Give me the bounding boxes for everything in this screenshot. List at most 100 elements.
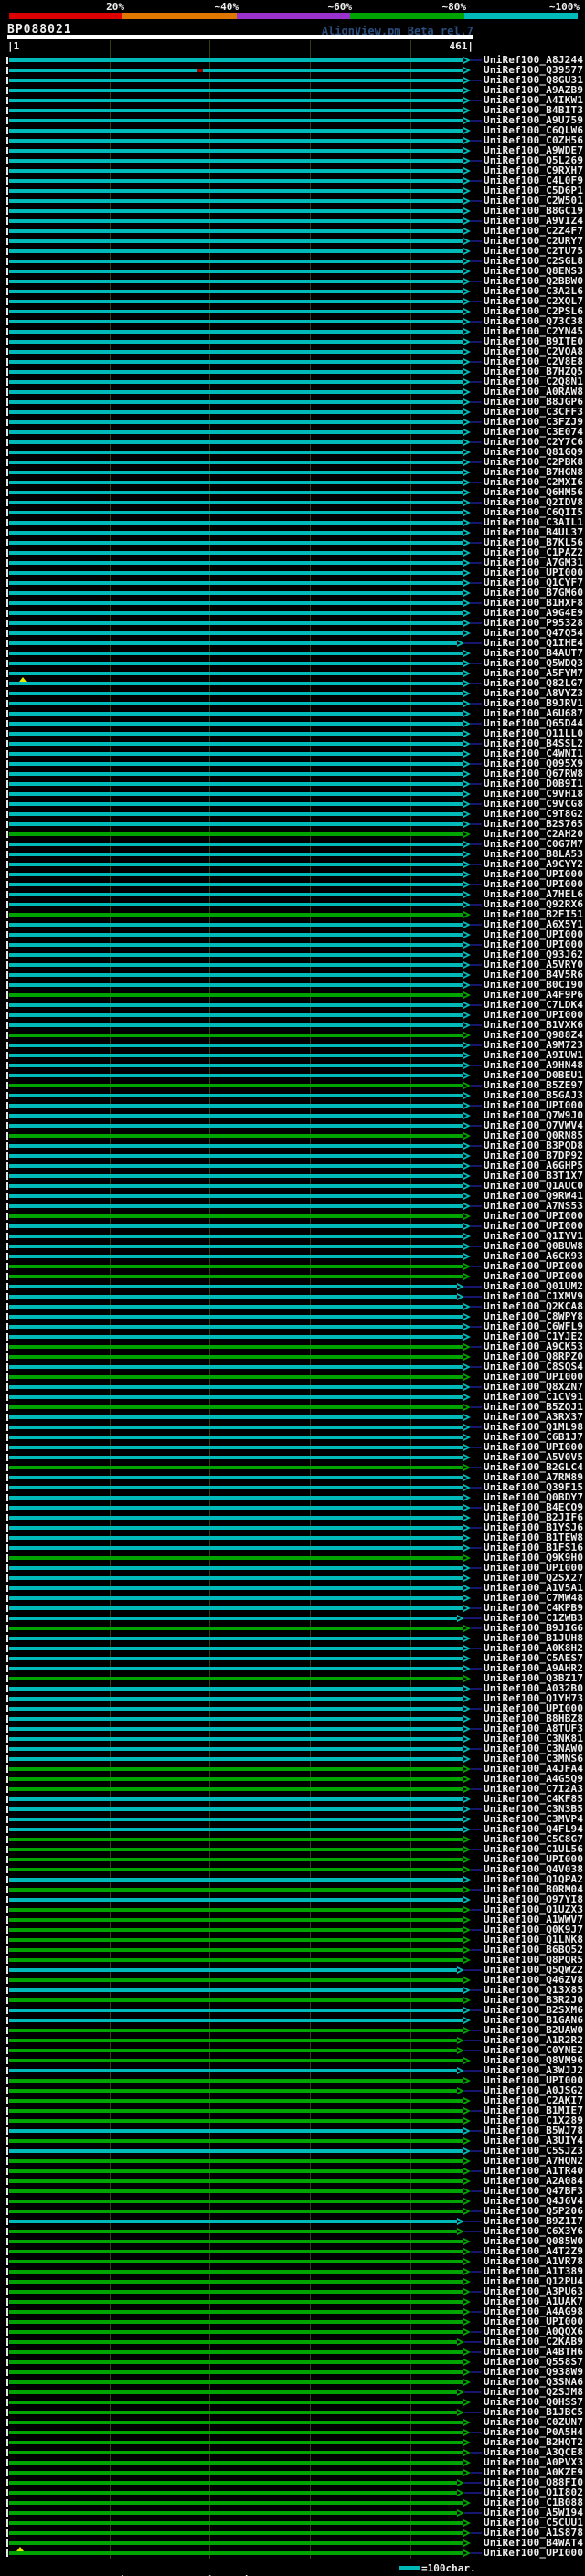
hit-bar[interactable]: [9, 1878, 463, 1882]
hit-bar[interactable]: [9, 1426, 463, 1429]
hit-bar[interactable]: [9, 672, 463, 675]
hit-bar[interactable]: [9, 2320, 463, 2324]
hit-bar[interactable]: [9, 2531, 463, 2535]
hit-bar[interactable]: [9, 1295, 457, 1299]
hit-bar[interactable]: [9, 2350, 463, 2354]
hit-bar[interactable]: [9, 2159, 463, 2163]
hit-bar[interactable]: [9, 2330, 463, 2334]
hit-bar[interactable]: [9, 219, 463, 223]
hit-bar[interactable]: [9, 2220, 457, 2223]
hit-bar[interactable]: [9, 2079, 463, 2083]
hit-bar[interactable]: [9, 2461, 463, 2465]
hit-bar[interactable]: [9, 1757, 463, 1761]
hit-bar[interactable]: [9, 400, 463, 404]
hit-bar[interactable]: [9, 511, 463, 514]
hit-bar[interactable]: [9, 1094, 463, 1097]
hit-bar[interactable]: [9, 2491, 457, 2495]
hit-bar[interactable]: [9, 1637, 463, 1640]
hit-bar[interactable]: [9, 260, 463, 263]
hit-bar[interactable]: [9, 79, 463, 82]
hit-bar[interactable]: [9, 2551, 463, 2555]
hit-bar[interactable]: [9, 1717, 463, 1721]
hit-bar[interactable]: [9, 1084, 463, 1087]
hit-bar[interactable]: [9, 1506, 463, 1510]
hit-bar[interactable]: [9, 531, 463, 535]
hit-bar[interactable]: [9, 1325, 463, 1329]
hit-bar[interactable]: [9, 1606, 463, 1610]
hit-bar[interactable]: [9, 913, 463, 917]
hit-bar[interactable]: [9, 1978, 463, 1982]
hit-bar[interactable]: [9, 2049, 457, 2052]
hit-bar[interactable]: [9, 893, 463, 896]
hit-bar[interactable]: [9, 802, 463, 806]
hit-bar[interactable]: [9, 1345, 463, 1349]
hit-bar[interactable]: [9, 1054, 463, 1057]
hit-bar[interactable]: [9, 330, 463, 334]
hit-bar[interactable]: [9, 762, 463, 766]
hit-bar[interactable]: [9, 179, 463, 183]
hit-bar[interactable]: [9, 270, 463, 273]
hit-bar[interactable]: [9, 2481, 457, 2485]
hit-label[interactable]: UniRef100_UPI000..: [484, 2548, 585, 2558]
hit-bar[interactable]: [9, 2179, 463, 2183]
hit-bar[interactable]: [9, 631, 463, 635]
hit-bar[interactable]: [9, 943, 463, 947]
hit-bar[interactable]: [9, 1496, 463, 1500]
hit-bar[interactable]: [9, 89, 463, 92]
hit-bar[interactable]: [9, 2210, 463, 2213]
hit-bar[interactable]: [9, 641, 457, 645]
hit-bar[interactable]: [9, 2511, 457, 2515]
hit-bar[interactable]: [9, 1255, 463, 1258]
hit-bar[interactable]: [9, 2370, 463, 2374]
hit-bar[interactable]: [9, 782, 463, 786]
hit-bar[interactable]: [9, 1918, 463, 1922]
hit-bar[interactable]: [9, 1948, 463, 1952]
hit-bar[interactable]: [9, 410, 463, 414]
hit-bar[interactable]: [9, 2401, 463, 2404]
hit-bar[interactable]: [9, 420, 463, 424]
hit-bar[interactable]: [9, 2360, 463, 2364]
hit-bar[interactable]: [9, 591, 463, 595]
hit-bar[interactable]: [9, 1697, 463, 1701]
hit-bar[interactable]: [9, 571, 463, 575]
hit-bar[interactable]: [9, 350, 463, 354]
hit-bar[interactable]: [9, 2089, 457, 2093]
hit-bar[interactable]: [9, 1214, 463, 1218]
hit-bar[interactable]: [9, 1566, 463, 1570]
hit-bar[interactable]: [9, 1657, 463, 1660]
hit-bar[interactable]: [9, 491, 463, 494]
hit-bar[interactable]: [9, 169, 463, 173]
hit-bar[interactable]: [9, 712, 463, 716]
hit-bar[interactable]: [9, 2069, 457, 2072]
hit-bar[interactable]: [9, 1526, 463, 1530]
hit-bar[interactable]: [9, 1868, 463, 1871]
hit-bar[interactable]: [9, 199, 463, 203]
hit-bar[interactable]: [9, 1375, 463, 1379]
hit-bar[interactable]: [9, 1174, 463, 1178]
hit-bar[interactable]: [9, 2139, 463, 2143]
hit-bar[interactable]: [9, 1034, 463, 1037]
hit-bar[interactable]: [9, 923, 463, 927]
hit-bar[interactable]: [9, 1104, 463, 1108]
hit-bar[interactable]: [9, 1516, 463, 1520]
hit-bar[interactable]: [9, 1124, 463, 1128]
hit-bar[interactable]: [9, 451, 463, 454]
hit-bar[interactable]: [9, 229, 463, 233]
hit-bar[interactable]: [9, 2280, 463, 2284]
hit-bar[interactable]: [9, 159, 463, 163]
hit-bar[interactable]: [9, 973, 463, 977]
hit-bar[interactable]: [9, 1687, 463, 1691]
hit-bar[interactable]: [9, 662, 463, 665]
hit-bar[interactable]: [9, 1556, 463, 1560]
hit-bar[interactable]: [9, 1064, 463, 1067]
hit-bar[interactable]: [9, 1204, 463, 1208]
hit-bar[interactable]: [9, 2250, 463, 2253]
hit-bar[interactable]: [9, 1134, 463, 1138]
hit-bar[interactable]: [9, 1647, 463, 1650]
hit-bar[interactable]: [9, 2059, 463, 2062]
hit-bar[interactable]: [9, 2260, 463, 2263]
hit-bar[interactable]: [9, 1707, 463, 1711]
hit-bar[interactable]: [9, 1285, 457, 1288]
hit-bar[interactable]: [9, 702, 463, 705]
hit-bar[interactable]: [9, 2501, 463, 2505]
